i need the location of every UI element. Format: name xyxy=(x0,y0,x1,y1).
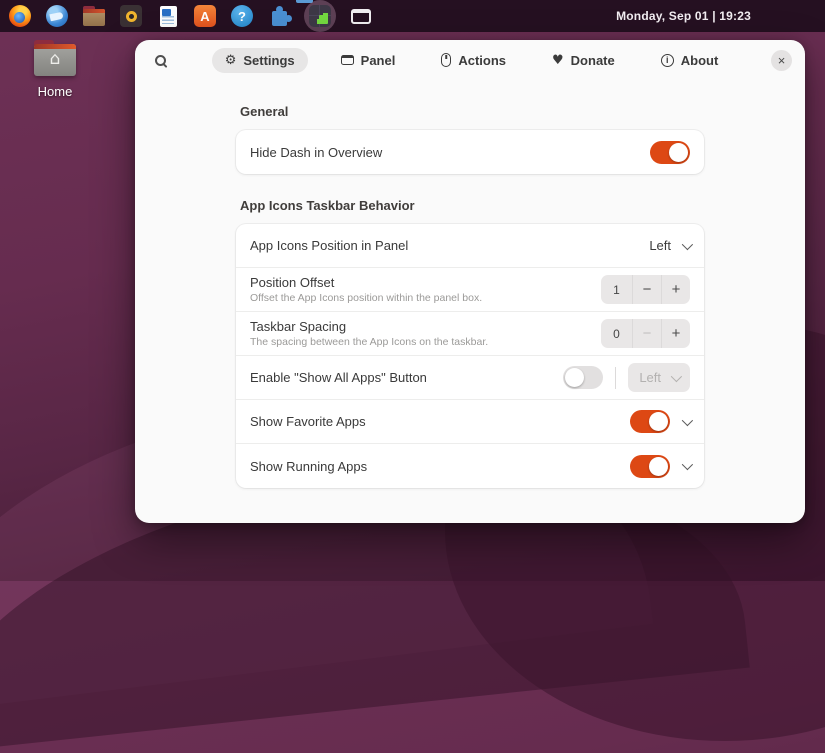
divider xyxy=(615,366,617,389)
section-title-general: General xyxy=(240,104,289,119)
hide-dash-toggle[interactable] xyxy=(650,140,690,164)
tab-panel[interactable]: Panel xyxy=(328,48,409,73)
home-folder-label: Home xyxy=(37,84,73,99)
tab-settings[interactable]: ⚙ Settings xyxy=(211,47,308,73)
row-title: Taskbar Spacing xyxy=(250,319,347,334)
extension-preferences-window: ⚙ Settings Panel Actions ♥ Donate i Abou… xyxy=(135,40,805,523)
row-title: Enable "Show All Apps" Button xyxy=(250,370,427,385)
row-title: Show Running Apps xyxy=(250,458,368,474)
app-center-icon[interactable]: A xyxy=(193,4,217,28)
search-icon xyxy=(154,54,166,66)
top-bar: A ? Monday, Sep 01 | 19:23 xyxy=(0,0,825,32)
tab-bar: ⚙ Settings Panel Actions ♥ Donate i Abou… xyxy=(172,47,771,73)
position-dropdown[interactable]: Left xyxy=(649,238,694,253)
settings-content: General Hide Dash in Overview App Icons … xyxy=(236,104,704,488)
firefox-icon[interactable] xyxy=(8,4,32,28)
spinner-value[interactable]: 0 xyxy=(601,319,632,348)
window-switcher-icon[interactable] xyxy=(349,4,373,28)
row-title: App Icons Position in Panel xyxy=(250,238,409,253)
info-icon: i xyxy=(660,53,674,67)
extension-manager-icon-active[interactable] xyxy=(304,0,336,32)
show-all-apps-position-dropdown-disabled: Left xyxy=(628,363,690,392)
spinner-value[interactable]: 1 xyxy=(601,275,632,304)
row-icons-position[interactable]: App Icons Position in Panel Left xyxy=(236,224,704,268)
expander-chevron-icon[interactable] xyxy=(681,458,694,471)
tab-label: Settings xyxy=(243,52,295,68)
dropdown-value: Left xyxy=(649,238,671,253)
tab-donate[interactable]: ♥ Donate xyxy=(539,48,628,73)
increment-button[interactable]: + xyxy=(661,319,690,348)
position-offset-spinner: 1 − + xyxy=(601,275,690,304)
mouse-icon xyxy=(441,53,452,67)
dropdown-value: Left xyxy=(639,370,661,385)
tab-label: About xyxy=(680,52,719,68)
help-icon[interactable]: ? xyxy=(230,4,254,28)
taskbar-app-icons: A ? xyxy=(8,0,373,32)
row-show-all-apps: Enable "Show All Apps" Button Left xyxy=(236,356,704,400)
row-hide-dash: Hide Dash in Overview xyxy=(236,130,704,174)
thunderbird-icon[interactable] xyxy=(45,4,69,28)
close-icon: × xyxy=(777,52,786,68)
row-show-running-apps[interactable]: Show Running Apps xyxy=(236,444,704,488)
show-favorite-apps-toggle[interactable] xyxy=(630,410,670,433)
chevron-down-icon xyxy=(681,238,694,250)
taskbar-spacing-spinner: 0 − + xyxy=(601,319,690,348)
show-all-apps-toggle[interactable] xyxy=(563,366,604,389)
panel-icon xyxy=(340,55,354,65)
extensions-icon[interactable] xyxy=(267,4,292,28)
rhythmbox-icon[interactable] xyxy=(119,4,143,28)
row-taskbar-spacing: Taskbar Spacing The spacing between the … xyxy=(236,312,704,356)
heart-icon: ♥ xyxy=(552,52,564,68)
tab-label: Panel xyxy=(360,52,396,68)
row-subtitle: The spacing between the App Icons on the… xyxy=(250,336,489,348)
increment-button[interactable]: + xyxy=(661,275,690,304)
close-button[interactable]: × xyxy=(771,49,792,71)
chevron-down-icon xyxy=(670,370,683,382)
house-icon: ⌂ xyxy=(49,49,61,69)
taskbar-behavior-card: App Icons Position in Panel Left Positio… xyxy=(236,224,704,488)
section-title-taskbar-behavior: App Icons Taskbar Behavior xyxy=(240,198,415,213)
row-title: Hide Dash in Overview xyxy=(250,144,383,160)
expander-chevron-icon[interactable] xyxy=(681,414,694,426)
dialog-header: ⚙ Settings Panel Actions ♥ Donate i Abou… xyxy=(135,40,805,80)
home-folder-icon: ⌂ xyxy=(34,40,76,76)
row-title: Position Offset xyxy=(250,275,335,290)
tab-about[interactable]: i About xyxy=(648,48,732,73)
row-subtitle: Offset the App Icons position within the… xyxy=(250,292,483,304)
tab-actions[interactable]: Actions xyxy=(428,48,519,73)
gear-icon: ⚙ xyxy=(224,52,237,68)
libreoffice-writer-icon[interactable] xyxy=(156,4,180,28)
show-running-apps-toggle[interactable] xyxy=(630,454,670,478)
row-title: Show Favorite Apps xyxy=(250,414,366,429)
search-button[interactable] xyxy=(148,48,172,72)
general-card: Hide Dash in Overview xyxy=(236,130,704,174)
tab-label: Donate xyxy=(570,52,615,68)
desktop-home-folder[interactable]: ⌂ Home xyxy=(24,40,86,99)
row-position-offset: Position Offset Offset the App Icons pos… xyxy=(236,268,704,312)
files-icon[interactable] xyxy=(82,4,106,28)
decrement-button[interactable]: − xyxy=(632,275,661,304)
clock[interactable]: Monday, Sep 01 | 19:23 xyxy=(616,9,817,23)
row-show-favorite-apps[interactable]: Show Favorite Apps xyxy=(236,400,704,444)
tab-label: Actions xyxy=(458,52,507,68)
decrement-button-disabled: − xyxy=(632,319,661,348)
